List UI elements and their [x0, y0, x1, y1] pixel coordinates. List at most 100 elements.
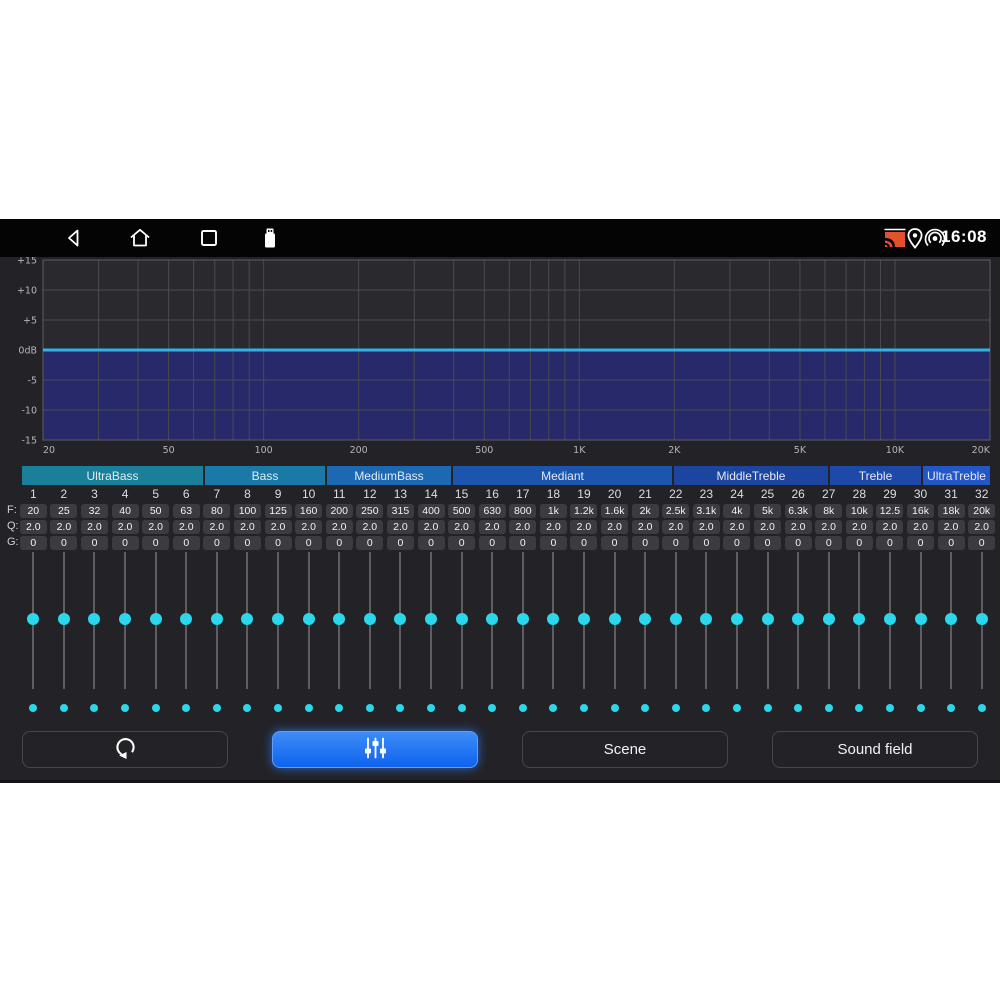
band-q-value[interactable]: 2.0 [938, 520, 965, 534]
band-q-value[interactable]: 2.0 [662, 520, 689, 534]
band-frequency-value[interactable]: 80 [203, 504, 230, 518]
gain-slider[interactable] [155, 552, 157, 689]
gain-slider[interactable] [981, 552, 983, 689]
band-frequency-value[interactable]: 12.5 [876, 504, 903, 518]
band-frequency-value[interactable]: 1.2k [570, 504, 597, 518]
gain-slider-knob[interactable] [272, 613, 284, 625]
gain-slider-knob[interactable] [425, 613, 437, 625]
band-frequency-value[interactable]: 8k [815, 504, 842, 518]
gain-slider[interactable] [369, 552, 371, 689]
band-frequency-value[interactable]: 160 [295, 504, 322, 518]
eq-button[interactable] [272, 731, 478, 768]
gain-slider-knob[interactable] [547, 613, 559, 625]
gain-slider-knob[interactable] [27, 613, 39, 625]
gain-slider-knob[interactable] [333, 613, 345, 625]
band-frequency-value[interactable]: 250 [356, 504, 383, 518]
gain-slider-knob[interactable] [486, 613, 498, 625]
gain-slider-knob[interactable] [670, 613, 682, 625]
band-frequency-value[interactable]: 800 [509, 504, 536, 518]
gain-slider-knob[interactable] [364, 613, 376, 625]
band-q-value[interactable]: 2.0 [723, 520, 750, 534]
gain-slider[interactable] [644, 552, 646, 689]
band-frequency-value[interactable]: 500 [448, 504, 475, 518]
band-frequency-value[interactable]: 1.6k [601, 504, 628, 518]
band-q-value[interactable]: 2.0 [448, 520, 475, 534]
gain-slider[interactable] [124, 552, 126, 689]
gain-slider[interactable] [491, 552, 493, 689]
recents-icon[interactable] [197, 226, 221, 255]
band-q-value[interactable]: 2.0 [265, 520, 292, 534]
gain-slider-knob[interactable] [731, 613, 743, 625]
band-frequency-value[interactable]: 125 [265, 504, 292, 518]
reset-button[interactable] [22, 731, 228, 768]
band-q-value[interactable]: 2.0 [234, 520, 261, 534]
scene-button[interactable]: Scene [522, 731, 728, 768]
gain-slider-knob[interactable] [180, 613, 192, 625]
gain-slider[interactable] [185, 552, 187, 689]
home-icon[interactable] [128, 226, 152, 255]
gain-slider-knob[interactable] [976, 613, 988, 625]
gain-slider-knob[interactable] [639, 613, 651, 625]
band-q-value[interactable]: 2.0 [173, 520, 200, 534]
gain-slider[interactable] [399, 552, 401, 689]
band-q-value[interactable]: 2.0 [570, 520, 597, 534]
band-q-value[interactable]: 2.0 [968, 520, 995, 534]
band-frequency-value[interactable]: 18k [938, 504, 965, 518]
band-frequency-value[interactable]: 63 [173, 504, 200, 518]
band-frequency-value[interactable]: 100 [234, 504, 261, 518]
gain-slider-knob[interactable] [303, 613, 315, 625]
band-frequency-value[interactable]: 2.5k [662, 504, 689, 518]
band-q-value[interactable]: 2.0 [356, 520, 383, 534]
gain-slider-knob[interactable] [609, 613, 621, 625]
band-frequency-value[interactable]: 200 [326, 504, 353, 518]
gain-slider[interactable] [277, 552, 279, 689]
gain-slider[interactable] [430, 552, 432, 689]
band-q-value[interactable]: 2.0 [540, 520, 567, 534]
band-q-value[interactable]: 2.0 [479, 520, 506, 534]
gain-slider[interactable] [614, 552, 616, 689]
gain-slider[interactable] [32, 552, 34, 689]
band-frequency-value[interactable]: 3.1k [693, 504, 720, 518]
band-q-value[interactable]: 2.0 [876, 520, 903, 534]
gain-slider-knob[interactable] [150, 613, 162, 625]
band-frequency-value[interactable]: 315 [387, 504, 414, 518]
band-q-value[interactable]: 2.0 [815, 520, 842, 534]
band-q-value[interactable]: 2.0 [907, 520, 934, 534]
band-frequency-value[interactable]: 32 [81, 504, 108, 518]
gain-slider-knob[interactable] [762, 613, 774, 625]
band-q-value[interactable]: 2.0 [295, 520, 322, 534]
sound-field-button[interactable]: Sound field [772, 731, 978, 768]
gain-slider[interactable] [675, 552, 677, 689]
gain-slider[interactable] [705, 552, 707, 689]
gain-slider-knob[interactable] [700, 613, 712, 625]
band-frequency-value[interactable]: 1k [540, 504, 567, 518]
gain-slider-knob[interactable] [517, 613, 529, 625]
band-frequency-value[interactable]: 2k [632, 504, 659, 518]
gain-slider[interactable] [797, 552, 799, 689]
gain-slider-knob[interactable] [88, 613, 100, 625]
band-q-value[interactable]: 2.0 [81, 520, 108, 534]
gain-slider[interactable] [338, 552, 340, 689]
gain-slider-knob[interactable] [915, 613, 927, 625]
band-q-value[interactable]: 2.0 [112, 520, 139, 534]
gain-slider[interactable] [736, 552, 738, 689]
gain-slider[interactable] [552, 552, 554, 689]
gain-slider-knob[interactable] [119, 613, 131, 625]
band-q-value[interactable]: 2.0 [846, 520, 873, 534]
band-frequency-value[interactable]: 50 [142, 504, 169, 518]
band-q-value[interactable]: 2.0 [754, 520, 781, 534]
gain-slider[interactable] [583, 552, 585, 689]
band-frequency-value[interactable]: 25 [50, 504, 77, 518]
gain-slider[interactable] [93, 552, 95, 689]
gain-slider-knob[interactable] [792, 613, 804, 625]
gain-slider[interactable] [308, 552, 310, 689]
gain-slider[interactable] [246, 552, 248, 689]
gain-slider-knob[interactable] [823, 613, 835, 625]
gain-slider-knob[interactable] [394, 613, 406, 625]
gain-slider[interactable] [216, 552, 218, 689]
band-q-value[interactable]: 2.0 [387, 520, 414, 534]
gain-slider-knob[interactable] [945, 613, 957, 625]
band-frequency-value[interactable]: 10k [846, 504, 873, 518]
gain-slider[interactable] [950, 552, 952, 689]
band-frequency-value[interactable]: 40 [112, 504, 139, 518]
